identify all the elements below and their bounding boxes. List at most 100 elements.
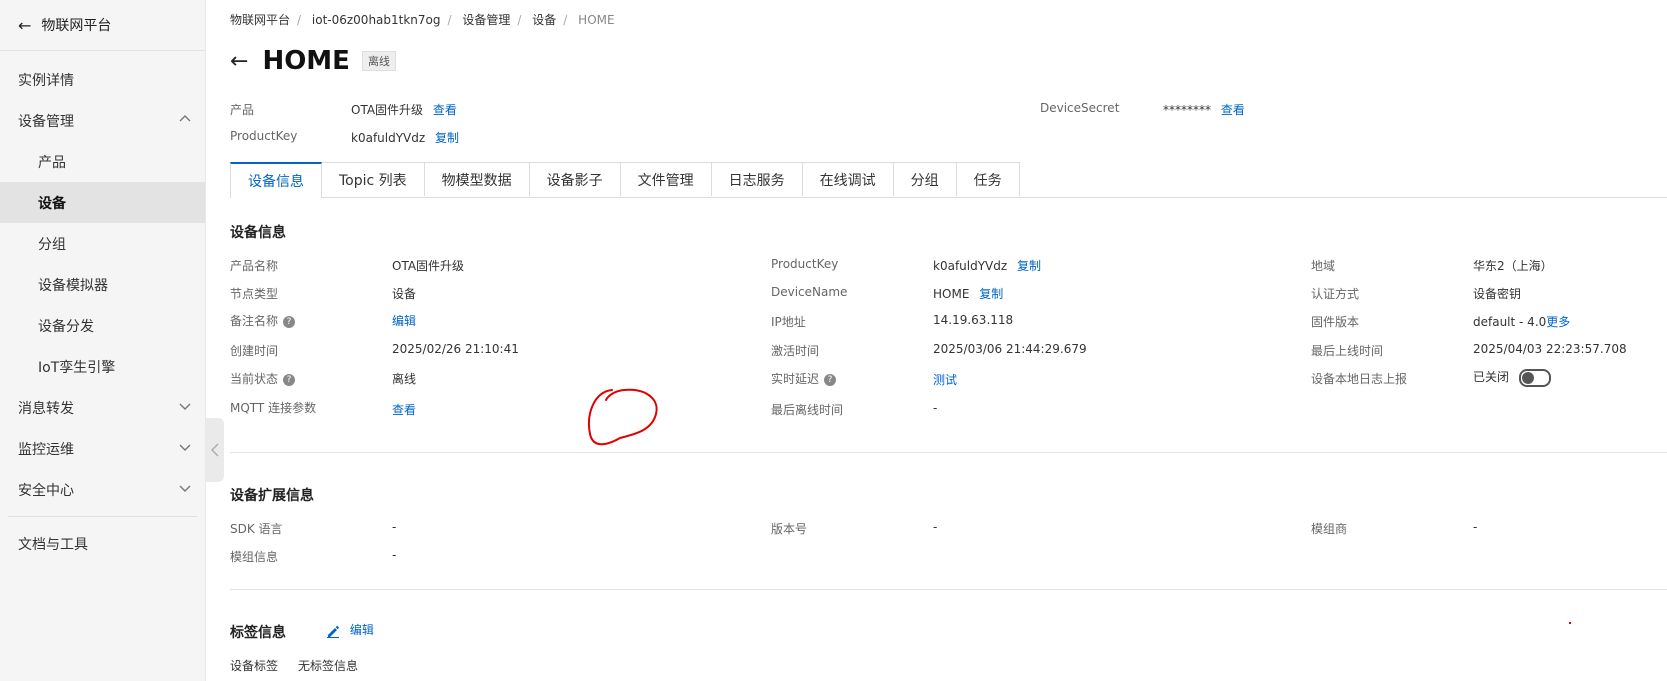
tab-device-shadow[interactable]: 设备影子	[529, 162, 621, 196]
copy-link[interactable]: 复制	[979, 287, 1003, 301]
latency-label: 实时延迟?	[771, 370, 837, 387]
breadcrumb-item[interactable]: 设备	[532, 13, 556, 27]
chevron-down-icon	[179, 400, 191, 415]
status-badge: 离线	[361, 51, 396, 71]
product-view-link[interactable]: 查看	[433, 103, 457, 117]
sidebar: ← 物联网平台 实例详情 设备管理 产品 设备 分组 设备模拟器 设备分发 Io…	[0, 0, 206, 681]
tags-title: 标签信息	[230, 625, 286, 641]
current-status-value: 离线	[392, 372, 417, 386]
chevron-down-icon	[179, 441, 191, 456]
latency-test-link[interactable]: 测试	[933, 371, 957, 388]
tab-group[interactable]: 分组	[893, 162, 957, 196]
sidebar-item-label: 设备管理	[18, 113, 74, 130]
sidebar-item-label: 设备	[38, 195, 66, 212]
section-divider	[230, 452, 1667, 453]
product-label: 产品	[230, 103, 255, 117]
last-online-value: 2025/04/03 22:23:57.708	[1473, 342, 1627, 356]
field-label: 最后上线时间	[1311, 344, 1384, 358]
more-link[interactable]: 更多	[1546, 315, 1570, 329]
sidebar-item-label: 分组	[38, 236, 66, 253]
sidebar-item-device-distribution[interactable]: 设备分发	[0, 305, 205, 346]
sidebar-item-device[interactable]: 设备	[0, 182, 205, 223]
product-name-value: OTA固件升级	[392, 259, 465, 273]
field-label: 版本号	[771, 522, 808, 536]
tab-topic-list[interactable]: Topic 列表	[322, 162, 425, 196]
sidebar-item-label: 监控运维	[18, 441, 74, 458]
breadcrumb: 物联网平台 / iot-06z00hab1tkn7og / 设备管理 / 设备 / HO…	[230, 13, 615, 27]
page-title: HOME	[262, 46, 350, 76]
sidebar-item-device-management[interactable]: 设备管理	[0, 100, 205, 141]
field-label: 创建时间	[230, 344, 279, 358]
field-label: 激活时间	[771, 344, 820, 358]
local-log-toggle[interactable]	[1519, 368, 1552, 387]
section-divider	[230, 589, 1667, 590]
sidebar-collapse-handle[interactable]	[206, 418, 224, 482]
field-label: 产品名称	[230, 259, 279, 273]
chevron-up-icon	[179, 113, 191, 128]
mqtt-params-view-link[interactable]: 查看	[392, 401, 416, 418]
devicesecret-view-link[interactable]: 查看	[1221, 103, 1245, 117]
sidebar-item-security-center[interactable]: 安全中心	[0, 469, 205, 510]
remark-name-label: 备注名称?	[230, 312, 296, 329]
product-value: OTA固件升级 查看	[351, 103, 457, 117]
help-icon[interactable]: ?	[824, 373, 837, 386]
sidebar-item-product[interactable]: 产品	[0, 141, 205, 182]
help-icon[interactable]: ?	[283, 315, 296, 328]
sidebar-item-message-forwarding[interactable]: 消息转发	[0, 387, 205, 428]
back-arrow-icon[interactable]: ←	[230, 49, 248, 74]
tags-edit-button[interactable]: 编辑	[326, 621, 374, 638]
current-status-label: 当前状态?	[230, 370, 296, 387]
sidebar-item-label: 文档与工具	[18, 536, 88, 553]
sidebar-item-iot-twin-engine[interactable]: IoT孪生引擎	[0, 346, 205, 387]
productkey-copy-link[interactable]: 复制	[435, 131, 459, 145]
back-arrow-icon: ←	[18, 15, 32, 35]
chevron-left-icon	[211, 443, 219, 457]
productkey-value: k0afuldYVdz 复制	[351, 131, 460, 145]
field-label: 节点类型	[230, 287, 279, 301]
sidebar-item-label: 设备分发	[38, 318, 94, 335]
sidebar-item-label: IoT孪生引擎	[38, 359, 116, 376]
field-label: ProductKey	[771, 257, 839, 271]
productkey-label: ProductKey	[230, 129, 298, 143]
sidebar-item-label: 产品	[38, 154, 66, 171]
tab-task[interactable]: 任务	[956, 162, 1020, 196]
tab-bar: 设备信息 Topic 列表 物模型数据 设备影子 文件管理 日志服务 在线调试 …	[230, 162, 1667, 198]
sidebar-item-docs-tools[interactable]: 文档与工具	[0, 523, 205, 564]
tab-file-management[interactable]: 文件管理	[620, 162, 712, 196]
field-label: 模组信息	[230, 550, 279, 564]
breadcrumb-item[interactable]: 物联网平台	[230, 13, 290, 27]
field-label: 固件版本	[1311, 315, 1360, 329]
sidebar-item-label: 消息转发	[18, 400, 74, 417]
tab-online-debug[interactable]: 在线调试	[802, 162, 894, 196]
tab-device-info[interactable]: 设备信息	[230, 162, 322, 198]
sidebar-header-label: 物联网平台	[41, 18, 112, 34]
device-tags-value: 无标签信息	[298, 659, 359, 673]
red-dot-mark	[1569, 622, 1571, 624]
help-icon[interactable]: ?	[283, 373, 296, 386]
sidebar-item-instance-details[interactable]: 实例详情	[0, 59, 205, 100]
sidebar-item-label: 设备模拟器	[38, 277, 108, 294]
version-value: -	[933, 520, 938, 534]
field-label: 设备本地日志上报	[1311, 372, 1408, 386]
sidebar-item-device-simulator[interactable]: 设备模拟器	[0, 264, 205, 305]
firmware-version-value: default - 4.0更多	[1473, 315, 1571, 329]
local-log-report-value: 已关闭	[1473, 368, 1552, 387]
region-value: 华东2（上海）	[1473, 259, 1553, 273]
breadcrumb-item[interactable]: iot-06z00hab1tkn7og	[312, 13, 441, 27]
tab-thing-model-data[interactable]: 物模型数据	[424, 162, 530, 196]
sidebar-back-header[interactable]: ← 物联网平台	[0, 0, 205, 51]
sidebar-item-monitoring[interactable]: 监控运维	[0, 428, 205, 469]
field-label: 认证方式	[1311, 287, 1360, 301]
productkey-info-value: k0afuldYVdz 复制	[933, 259, 1042, 273]
module-info-value: -	[392, 548, 397, 562]
tab-log-service[interactable]: 日志服务	[711, 162, 803, 196]
copy-link[interactable]: 复制	[1017, 259, 1041, 273]
field-label: SDK 语言	[230, 522, 283, 536]
remark-edit-link[interactable]: 编辑	[392, 312, 416, 329]
field-label: DeviceName	[771, 285, 848, 299]
field-label: 地域	[1311, 259, 1336, 273]
field-label: 最后离线时间	[771, 403, 844, 417]
chevron-down-icon	[179, 482, 191, 497]
sidebar-item-group[interactable]: 分组	[0, 223, 205, 264]
breadcrumb-item[interactable]: 设备管理	[462, 13, 510, 27]
